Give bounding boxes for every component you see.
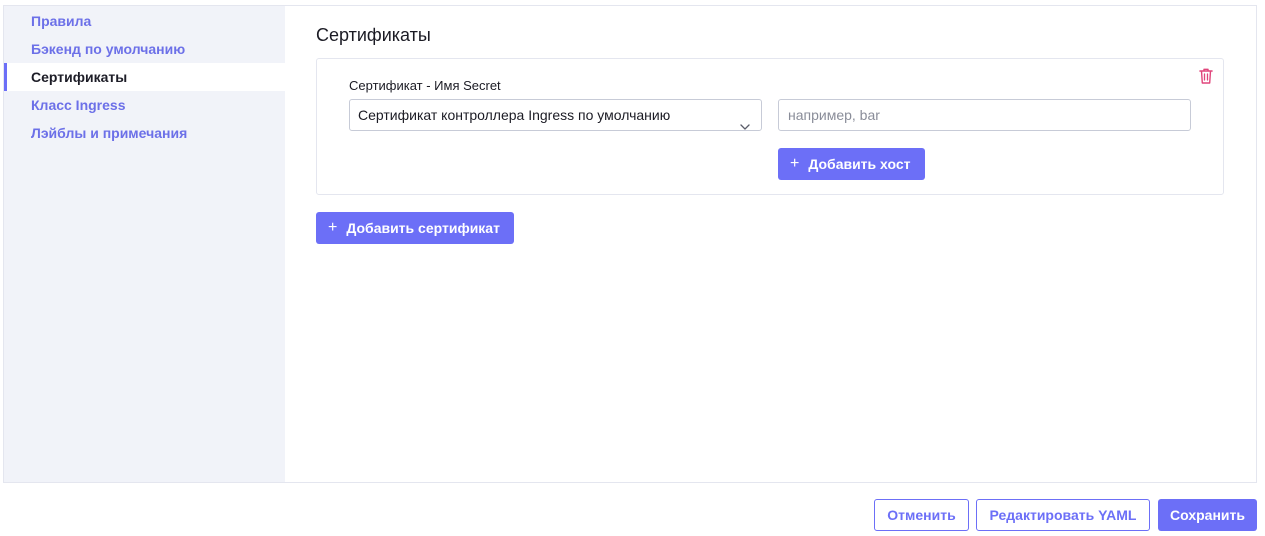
main-content: Сертификаты Сертификат - Имя Secret Серт… [285,6,1256,482]
certificate-card: Сертификат - Имя Secret Сертификат контр… [316,58,1224,195]
add-certificate-button[interactable]: + Добавить сертификат [316,212,514,244]
sidebar-item-ingress-class[interactable]: Класс Ingress [4,91,285,119]
cancel-button[interactable]: Отменить [874,499,969,531]
host-input[interactable] [778,99,1191,131]
save-button[interactable]: Сохранить [1158,499,1257,531]
certificate-secret-label: Сертификат - Имя Secret [349,78,501,93]
add-certificate-label: Добавить сертификат [346,220,500,236]
secret-select[interactable]: Сертификат контроллера Ingress по умолча… [349,99,762,131]
trash-icon[interactable] [1198,67,1214,85]
add-host-button[interactable]: + Добавить хост [778,148,925,180]
sidebar-item-labels-annotations[interactable]: Лэйблы и примечания [4,119,285,147]
secret-select-value: Сертификат контроллера Ingress по умолча… [358,107,671,123]
sidebar: Правила Бэкенд по умолчанию Сертификаты … [4,6,285,482]
sidebar-item-certificates[interactable]: Сертификаты [4,63,285,91]
sidebar-item-default-backend[interactable]: Бэкенд по умолчанию [4,35,285,63]
plus-icon: + [328,219,338,236]
edit-yaml-button[interactable]: Редактировать YAML [976,499,1150,531]
page-title: Сертификаты [316,25,431,45]
add-host-label: Добавить хост [808,156,911,172]
chevron-down-icon [740,111,750,130]
sidebar-item-rules[interactable]: Правила [4,7,285,35]
ingress-form: Правила Бэкенд по умолчанию Сертификаты … [3,5,1257,483]
plus-icon: + [790,155,800,172]
